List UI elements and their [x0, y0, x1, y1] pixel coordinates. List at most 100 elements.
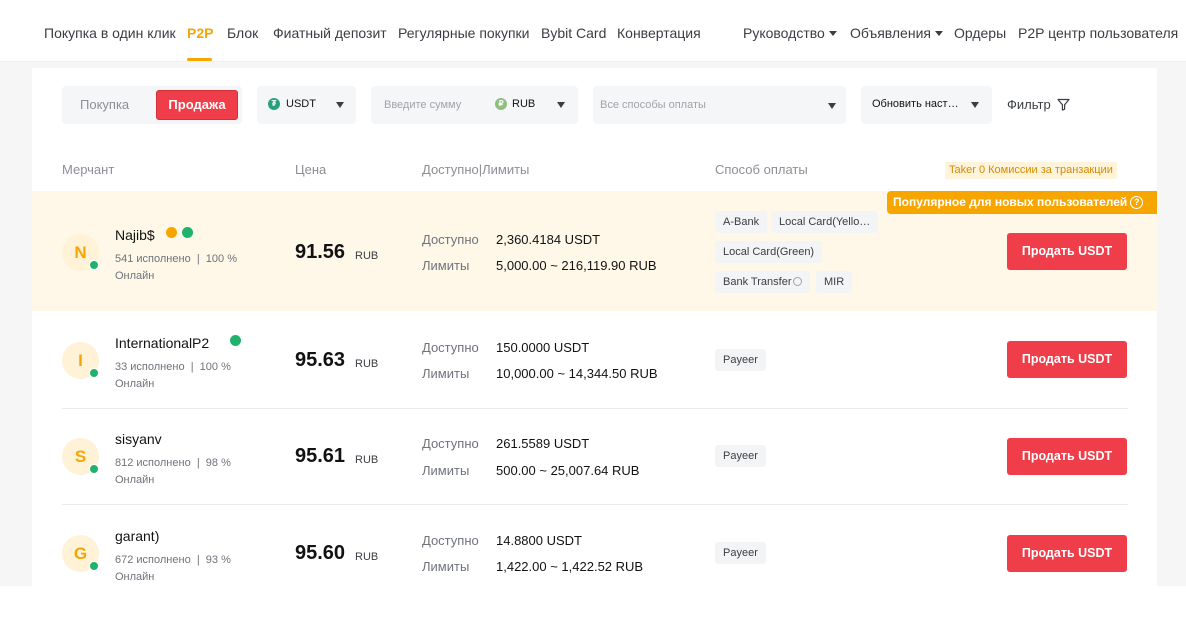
- available-label: Доступно: [422, 436, 479, 451]
- merchant-name[interactable]: Najib$: [115, 227, 155, 243]
- payment-tag: Payeer: [715, 349, 766, 371]
- chevron-down-icon: [971, 102, 979, 108]
- orders-count: 33 исполнено: [115, 361, 185, 373]
- limits-label: Лимиты: [422, 258, 470, 273]
- filter-button[interactable]: Фильтр: [1007, 97, 1070, 112]
- completion-rate: 98 %: [205, 457, 231, 469]
- deposit-badge-icon: [230, 335, 241, 346]
- currency-select-value[interactable]: RUB: [512, 98, 535, 110]
- popular-badge-label: Популярное для новых пользователей: [893, 195, 1128, 209]
- deposit-badge-icon: [182, 227, 193, 238]
- limits-value: 500.00 ~ 25,007.64 RUB: [496, 463, 640, 478]
- caret-down-icon: [828, 31, 837, 36]
- price-currency: RUB: [355, 250, 379, 262]
- usdt-coin-icon: ₮: [268, 98, 280, 110]
- online-status: Онлайн: [115, 571, 155, 583]
- available-value: 150.0000 USDT: [496, 340, 590, 355]
- sell-usdt-button[interactable]: Продать USDT: [1007, 438, 1127, 475]
- nav-bybit-card[interactable]: Bybit Card: [541, 25, 606, 41]
- row-divider: [62, 504, 1128, 505]
- merchant-name[interactable]: sisyanv: [115, 431, 162, 447]
- header-available-limits: Доступно|Лимиты: [422, 162, 530, 177]
- header-price: Цена: [295, 162, 327, 177]
- chevron-down-icon: [828, 103, 836, 109]
- available-label: Доступно: [422, 232, 479, 247]
- completion-rate: 100 %: [205, 253, 237, 265]
- available-value: 261.5589 USDT: [496, 436, 590, 451]
- header-payment-method: Способ оплаты: [715, 162, 808, 177]
- payment-tag: Local Card(Green): [715, 241, 823, 263]
- limits-value: 1,422.00 ~ 1,422.52 RUB: [496, 559, 644, 574]
- sell-usdt-button[interactable]: Продать USDT: [1007, 233, 1127, 270]
- online-status: Онлайн: [115, 270, 155, 282]
- limits-label: Лимиты: [422, 366, 470, 381]
- price-value: 95.61: [295, 445, 346, 467]
- online-status: Онлайн: [115, 474, 155, 486]
- online-status: Онлайн: [115, 378, 155, 390]
- payment-tag: Local Card(Yello…: [771, 211, 879, 233]
- online-indicator: [89, 561, 99, 571]
- online-indicator: [89, 368, 99, 378]
- chevron-down-icon: [336, 102, 344, 108]
- p2p-card: [32, 68, 1157, 586]
- nav-block[interactable]: Блок: [227, 25, 258, 41]
- nav-guide[interactable]: Руководство: [743, 25, 837, 41]
- ruble-currency-icon: ₽: [495, 98, 507, 110]
- available-label: Доступно: [422, 340, 479, 355]
- completion-rate: 100 %: [199, 361, 231, 373]
- merchant-name[interactable]: InternationalP2: [115, 335, 209, 351]
- available-value: 2,360.4184 USDT: [496, 232, 601, 247]
- merchant-stats: 812 исполнено | 98 %: [115, 457, 231, 469]
- payment-tag: Payeer: [715, 445, 766, 467]
- refresh-settings-label: Обновить наст…: [872, 98, 959, 110]
- limits-value: 5,000.00 ~ 216,119.90 RUB: [496, 258, 657, 273]
- nav-p2p[interactable]: P2P: [187, 25, 213, 41]
- limits-value: 10,000.00 ~ 14,344.50 RUB: [496, 366, 658, 381]
- caret-down-icon: [934, 31, 943, 36]
- nav-orders[interactable]: Ордеры: [954, 25, 1006, 41]
- limits-label: Лимиты: [422, 559, 470, 574]
- nav-fiat-deposit[interactable]: Фиатный депозит: [273, 25, 387, 41]
- payment-tag: A-Bank: [715, 211, 768, 233]
- nav-convert[interactable]: Конвертация: [617, 25, 701, 41]
- sell-usdt-button[interactable]: Продать USDT: [1007, 535, 1127, 572]
- coin-select-value: USDT: [286, 98, 316, 110]
- info-icon[interactable]: [793, 277, 803, 286]
- sell-usdt-button[interactable]: Продать USDT: [1007, 341, 1127, 378]
- online-indicator: [89, 464, 99, 474]
- merchant-name[interactable]: garant): [115, 528, 159, 544]
- nav-ads-label: Объявления: [850, 25, 931, 41]
- price-currency: RUB: [355, 551, 379, 563]
- available-value: 14.8800 USDT: [496, 533, 582, 548]
- funnel-icon: [1057, 98, 1070, 111]
- nav-one-click-buy[interactable]: Покупка в один клик: [44, 25, 176, 41]
- nav-user-center[interactable]: P2P центр пользователя: [1018, 25, 1178, 41]
- merchant-stats: 541 исполнено | 100 %: [115, 253, 237, 265]
- row-divider: [62, 408, 1128, 409]
- popular-badge: Популярное для новых пользователей?: [887, 191, 1157, 214]
- orders-count: 672 исполнено: [115, 554, 191, 566]
- question-icon[interactable]: ?: [1130, 196, 1144, 209]
- online-indicator: [89, 260, 99, 270]
- header-merchant: Мерчант: [62, 162, 115, 177]
- price-value: 91.56: [295, 241, 346, 263]
- active-tab-indicator: [187, 58, 212, 61]
- taker-fee-badge: Taker 0 Комиссии за транзакции: [945, 162, 1117, 179]
- limits-label: Лимиты: [422, 463, 470, 478]
- price-value: 95.60: [295, 542, 346, 564]
- nav-recurring-buy[interactable]: Регулярные покупки: [398, 25, 530, 41]
- orders-count: 812 исполнено: [115, 457, 191, 469]
- nav-ads[interactable]: Объявления: [850, 25, 943, 41]
- payment-method-placeholder: Все способы оплаты: [600, 99, 706, 111]
- price-value: 95.63: [295, 349, 346, 371]
- sell-toggle[interactable]: Продажа: [156, 90, 238, 120]
- price-currency: RUB: [355, 358, 379, 370]
- verified-merchant-icon: [166, 227, 177, 238]
- payment-tag-bank-transfer: Bank Transfer: [715, 271, 811, 293]
- payment-tag-label: Bank Transfer: [723, 276, 792, 288]
- merchant-stats: 33 исполнено | 100 %: [115, 361, 231, 373]
- amount-placeholder: Введите сумму: [384, 99, 462, 111]
- chevron-down-icon: [557, 102, 565, 108]
- buy-toggle[interactable]: Покупка: [80, 97, 129, 112]
- orders-count: 541 исполнено: [115, 253, 191, 265]
